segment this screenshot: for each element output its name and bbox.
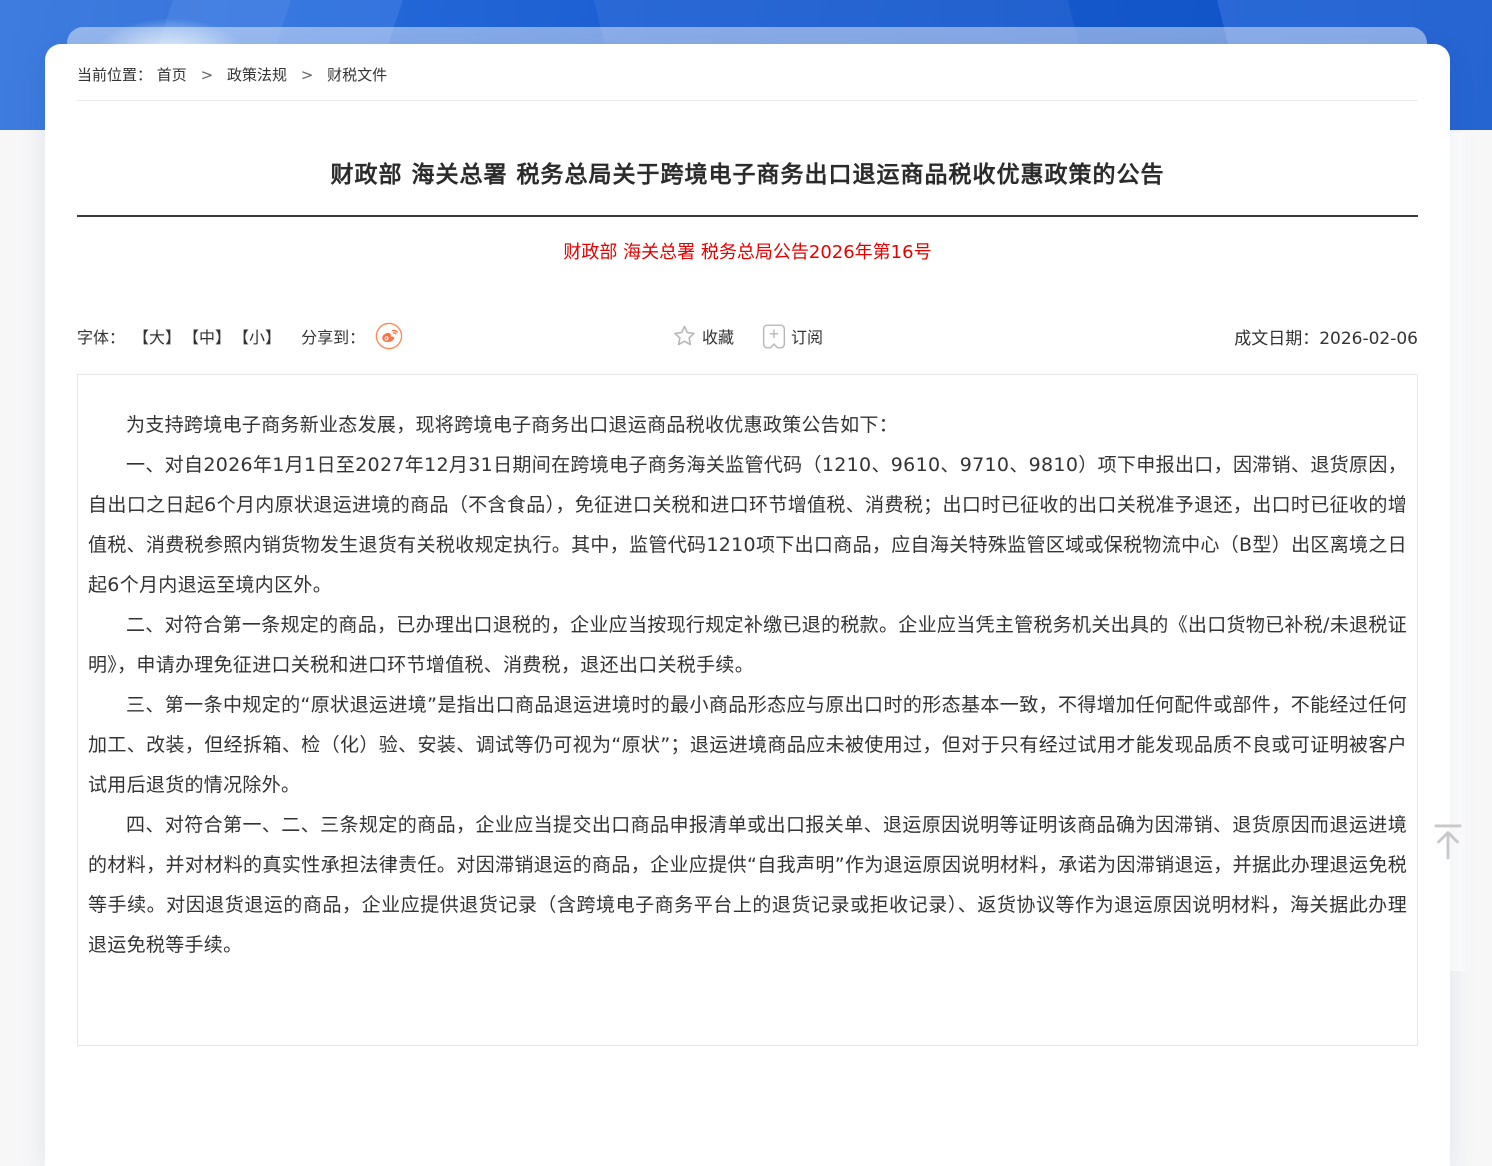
favorite-button[interactable]: 收藏 [672,324,734,348]
paragraph-intro: 为支持跨境电子商务新业态发展，现将跨境电子商务出口退运商品税收优惠政策公告如下： [88,405,1407,445]
publish-date-value: 2026-02-06 [1319,329,1418,349]
subscribe-button[interactable]: 订阅 [762,324,823,349]
toolbar-left-group: 字体： 【大】 【中】 【小】 分享到： [77,322,403,350]
document-number: 财政部 海关总署 税务总局公告2026年第16号 [77,238,1418,264]
breadcrumb-separator: > [301,66,314,84]
title-divider [77,215,1418,217]
breadcrumb-link-home[interactable]: 首页 [157,66,187,84]
paragraph-article-1: 一、对自2026年1月1日至2027年12月31日期间在跨境电子商务海关监管代码… [88,445,1407,605]
font-small-button[interactable]: 【小】 [233,324,281,348]
share-label: 分享到： [301,324,365,348]
toolbar-right-group: 成文日期：2026-02-06 [1234,324,1418,349]
article-body: 为支持跨境电子商务新业态发展，现将跨境电子商务出口退运商品税收优惠政策公告如下：… [77,374,1418,1046]
weibo-share-icon[interactable] [375,322,403,350]
page-title: 财政部 海关总署 税务总局关于跨境电子商务出口退运商品税收优惠政策的公告 [77,155,1418,189]
breadcrumb-label: 当前位置： [77,66,152,84]
publish-date-label: 成文日期： [1234,329,1319,349]
article-card: 当前位置： 首页 > 政策法规 > 财税文件 财政部 海关总署 税务总局关于跨境… [45,44,1450,1166]
subscribe-label: 订阅 [791,324,823,348]
paragraph-article-4: 四、对符合第一、二、三条规定的商品，企业应当提交出口商品申报清单或出口报关单、退… [88,805,1407,965]
bookmark-plus-icon [762,324,785,349]
font-size-label: 字体： [77,324,125,348]
breadcrumb-link-policies[interactable]: 政策法规 [227,66,287,84]
font-large-button[interactable]: 【大】 [133,324,181,348]
paragraph-article-2: 二、对符合第一条规定的商品，已办理出口退税的，企业应当按现行规定补缴已退的税款。… [88,605,1407,685]
breadcrumb-link-tax-documents[interactable]: 财税文件 [327,66,387,84]
arrow-up-to-top-icon [1431,821,1465,867]
paragraph-article-3: 三、第一条中规定的“原状退运进境”是指出口商品退运进境时的最小商品形态应与原出口… [88,685,1407,805]
back-to-top-button[interactable] [1428,820,1468,868]
font-medium-button[interactable]: 【中】 [183,324,231,348]
star-icon [672,324,696,348]
toolbar-center-group: 收藏 订阅 [672,324,823,349]
favorite-label: 收藏 [702,324,734,348]
toolbar: 字体： 【大】 【中】 【小】 分享到： [77,319,1418,353]
breadcrumb-separator: > [201,66,214,84]
breadcrumb-divider [77,100,1418,101]
breadcrumb: 当前位置： 首页 > 政策法规 > 财税文件 [77,44,1418,85]
